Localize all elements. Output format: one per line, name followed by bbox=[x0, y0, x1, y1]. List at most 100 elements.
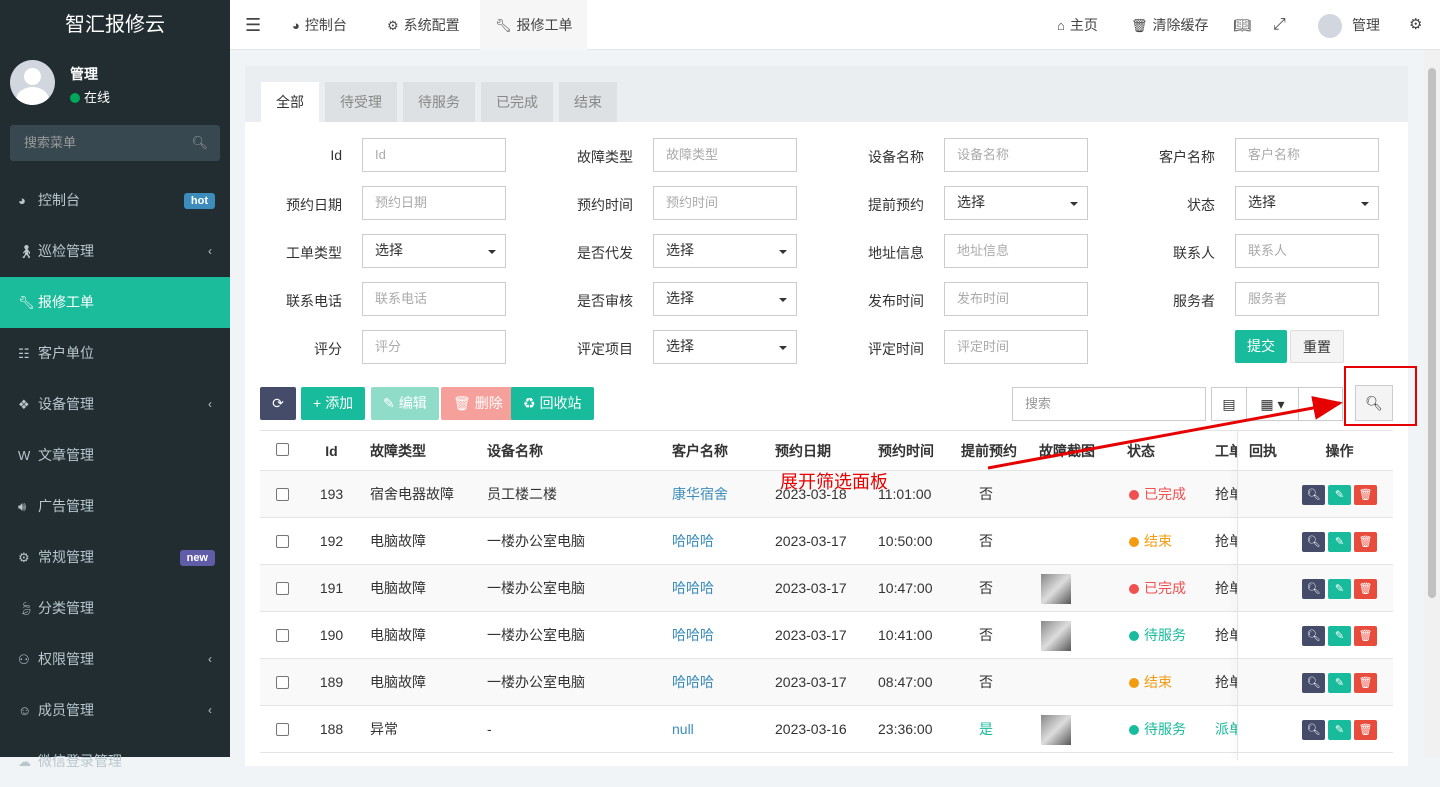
delete-row-button[interactable]: 🗑︎ bbox=[1354, 485, 1377, 505]
tab-closed[interactable]: 结束 bbox=[559, 82, 617, 122]
tab-pending-accept[interactable]: 待受理 bbox=[325, 82, 397, 122]
chevron-left-icon[interactable]: ‹ bbox=[208, 226, 212, 277]
view-button[interactable]: 🔍︎ bbox=[1302, 532, 1325, 552]
fault-screenshot-thumbnail[interactable] bbox=[1041, 621, 1071, 651]
toggle-view-button[interactable]: ▤ bbox=[1211, 387, 1247, 421]
tab-repair-orders[interactable]: 🔧︎ 报修工单 bbox=[480, 0, 587, 50]
edit-row-button[interactable]: ✎ bbox=[1328, 626, 1351, 646]
filter-select[interactable]: 选择 bbox=[653, 330, 797, 364]
tab-completed[interactable]: 已完成 bbox=[481, 82, 553, 122]
table-header-cell[interactable]: Id bbox=[305, 431, 358, 472]
edit-row-button[interactable]: ✎ bbox=[1328, 720, 1351, 740]
table-row[interactable]: 188 异常 - null 2023-03-16 23:36:00 是 待服务 派单 🔍︎ ✎ 🗑︎ bbox=[260, 706, 1393, 753]
view-button[interactable]: 🔍︎ bbox=[1302, 720, 1325, 740]
filter-select[interactable]: 选择 bbox=[362, 234, 506, 268]
delete-row-button[interactable]: 🗑︎ bbox=[1354, 579, 1377, 599]
delete-row-button[interactable]: 🗑︎ bbox=[1354, 532, 1377, 552]
page-scrollbar[interactable] bbox=[1424, 50, 1440, 757]
recycle-bin-button[interactable]: ♻ 回收站 bbox=[511, 387, 594, 420]
bars-icon[interactable]: ☰ bbox=[245, 0, 261, 50]
table-header-cell[interactable]: 预约日期 bbox=[775, 431, 866, 472]
scrollbar-thumb[interactable] bbox=[1428, 68, 1436, 598]
row-checkbox[interactable] bbox=[276, 582, 289, 595]
settings-icon[interactable]: ⚙ bbox=[1409, 0, 1422, 50]
sidebar-item-10[interactable]: ☺ 成员管理 ‹ bbox=[0, 685, 230, 736]
tab-dashboard[interactable]: ◕ 控制台 bbox=[292, 0, 347, 50]
filter-input[interactable]: 故障类型 bbox=[653, 138, 797, 172]
search-icon[interactable]: 🔍︎ bbox=[191, 125, 208, 161]
filter-input[interactable]: 评分 bbox=[362, 330, 506, 364]
submit-button[interactable]: 提交 bbox=[1235, 330, 1287, 363]
edit-row-button[interactable]: ✎ bbox=[1328, 485, 1351, 505]
tab-all[interactable]: 全部 bbox=[261, 82, 319, 122]
table-header-cell[interactable]: 设备名称 bbox=[487, 431, 660, 472]
sidebar-item-6[interactable]: 🔊︎ 广告管理 bbox=[0, 481, 230, 532]
fullscreen-icon[interactable]: ⤢ bbox=[1273, 0, 1286, 50]
sidebar-item-9[interactable]: ⚇ 权限管理 ‹ bbox=[0, 634, 230, 685]
table-header-cell[interactable]: 提前预约 bbox=[961, 431, 1027, 472]
table-header-cell[interactable]: 操作 bbox=[1286, 431, 1393, 472]
reset-button[interactable]: 重置 bbox=[1290, 330, 1344, 363]
filter-input[interactable]: 地址信息 bbox=[944, 234, 1088, 268]
chevron-left-icon[interactable]: ‹ bbox=[208, 634, 212, 685]
customer-link[interactable]: null bbox=[672, 706, 763, 753]
row-checkbox[interactable] bbox=[276, 488, 289, 501]
filter-input[interactable]: 预约时间 bbox=[653, 186, 797, 220]
select-all-checkbox[interactable] bbox=[276, 443, 289, 456]
edit-row-button[interactable]: ✎ bbox=[1328, 673, 1351, 693]
table-search-input[interactable]: 搜索 bbox=[1012, 387, 1206, 421]
home-link[interactable]: ⌂ 主页 bbox=[1057, 0, 1098, 50]
view-button[interactable]: 🔍︎ bbox=[1302, 485, 1325, 505]
row-checkbox[interactable] bbox=[276, 723, 289, 736]
sidebar-item-4[interactable]: ❖ 设备管理 ‹ bbox=[0, 379, 230, 430]
fault-screenshot-thumbnail[interactable] bbox=[1041, 715, 1071, 745]
row-checkbox[interactable] bbox=[276, 676, 289, 689]
table-row[interactable]: 192 电脑故障 一楼办公室电脑 哈哈哈 2023-03-17 10:50:00 否 结束 抢单… bbox=[260, 518, 1393, 565]
delete-row-button[interactable]: 🗑︎ bbox=[1354, 626, 1377, 646]
delete-row-button[interactable]: 🗑︎ bbox=[1354, 673, 1377, 693]
delete-row-button[interactable]: 🗑︎ bbox=[1354, 720, 1377, 740]
edit-button[interactable]: ✎ 编辑 bbox=[371, 387, 439, 420]
sidebar-item-0[interactable]: ◕ 控制台 hot bbox=[0, 175, 230, 226]
table-header-cell[interactable]: 状态 bbox=[1127, 431, 1203, 472]
row-checkbox[interactable] bbox=[276, 535, 289, 548]
sidebar-item-2[interactable]: 🔧︎ 报修工单 bbox=[0, 277, 230, 328]
tab-pending-service[interactable]: 待服务 bbox=[403, 82, 475, 122]
table-header-cell[interactable]: 回执 bbox=[1249, 431, 1286, 472]
filter-select[interactable]: 选择 bbox=[1235, 186, 1379, 220]
sidebar-item-8[interactable]: 🍃︎ 分类管理 bbox=[0, 583, 230, 634]
filter-input[interactable]: 设备名称 bbox=[944, 138, 1088, 172]
filter-input[interactable]: 发布时间 bbox=[944, 282, 1088, 316]
filter-input[interactable]: 预约日期 bbox=[362, 186, 506, 220]
filter-select[interactable]: 选择 bbox=[653, 282, 797, 316]
sidebar-item-3[interactable]: ☷ 客户单位 bbox=[0, 328, 230, 379]
table-header-cell[interactable]: 故障类型 bbox=[370, 431, 475, 472]
filter-input[interactable]: 客户名称 bbox=[1235, 138, 1379, 172]
chevron-left-icon[interactable]: ‹ bbox=[208, 379, 212, 430]
customer-link[interactable]: 哈哈哈 bbox=[672, 565, 763, 612]
table-header-cell[interactable]: 故障截图 bbox=[1039, 431, 1115, 472]
translate-icon[interactable]: 📖︎ bbox=[1233, 0, 1251, 50]
brand-title[interactable]: 智汇报修云 bbox=[0, 0, 230, 50]
table-row[interactable]: 190 电脑故障 一楼办公室电脑 哈哈哈 2023-03-17 10:41:00 否 待服务 抢… bbox=[260, 612, 1393, 659]
view-button[interactable]: 🔍︎ bbox=[1302, 626, 1325, 646]
filter-select[interactable]: 选择 bbox=[653, 234, 797, 268]
sidebar-item-7[interactable]: ⚙ 常规管理 new bbox=[0, 532, 230, 583]
filter-input[interactable]: 联系电话 bbox=[362, 282, 506, 316]
table-header-cell[interactable]: 客户名称 bbox=[672, 431, 763, 472]
clear-cache-link[interactable]: 🗑︎ 清除缓存 bbox=[1131, 0, 1209, 50]
sidebar-item-5[interactable]: W 文章管理 bbox=[0, 430, 230, 481]
chevron-left-icon[interactable]: ‹ bbox=[208, 685, 212, 736]
filter-input[interactable]: 联系人 bbox=[1235, 234, 1379, 268]
edit-row-button[interactable]: ✎ bbox=[1328, 532, 1351, 552]
filter-select[interactable]: 选择 bbox=[944, 186, 1088, 220]
table-header-cell[interactable]: 预约时间 bbox=[878, 431, 949, 472]
customer-link[interactable]: 哈哈哈 bbox=[672, 612, 763, 659]
filter-input[interactable]: Id bbox=[362, 138, 506, 172]
edit-row-button[interactable]: ✎ bbox=[1328, 579, 1351, 599]
filter-input[interactable]: 评定时间 bbox=[944, 330, 1088, 364]
customer-link[interactable]: 哈哈哈 bbox=[672, 659, 763, 706]
add-button[interactable]: + 添加 bbox=[301, 387, 366, 420]
user-menu[interactable]: 管理 bbox=[1318, 0, 1380, 50]
columns-dropdown[interactable]: ▦ ▾ bbox=[1246, 387, 1299, 421]
